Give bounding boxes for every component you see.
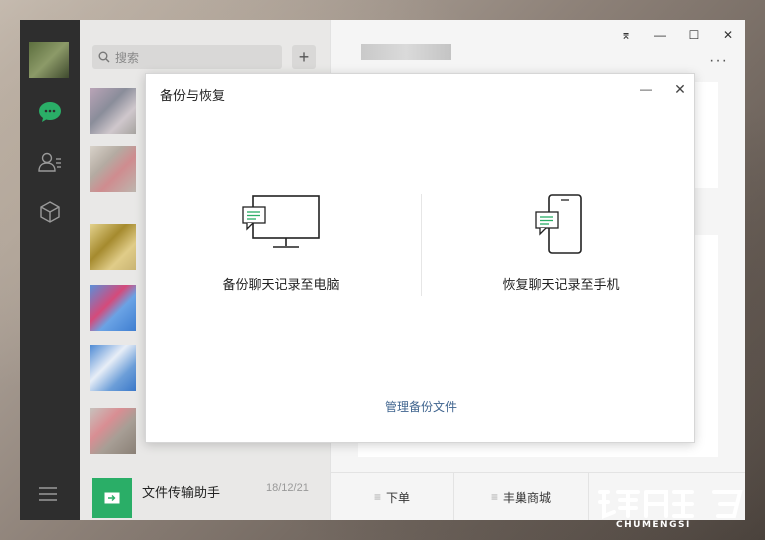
- chat-title-blurred: [361, 44, 451, 60]
- maximize-button[interactable]: ☐: [679, 24, 709, 46]
- chat-avatar-blurred[interactable]: [90, 224, 136, 270]
- restore-option-label: 恢复聊天记录至手机: [502, 277, 620, 292]
- manage-backup-files-link[interactable]: 管理备份文件: [146, 398, 696, 415]
- menu-tab[interactable]: ≡ 丰巢商城: [454, 473, 589, 520]
- computer-icon: [242, 195, 320, 248]
- user-avatar[interactable]: [29, 42, 69, 78]
- chat-avatar-blurred[interactable]: [90, 345, 136, 391]
- dialog-close-button[interactable]: ✕: [670, 80, 690, 98]
- watermark-logo: CHUMENGSI: [594, 486, 759, 534]
- menu-icon[interactable]: [38, 486, 62, 506]
- search-input[interactable]: 搜索: [92, 45, 282, 69]
- close-button[interactable]: ✕: [713, 24, 743, 46]
- minimize-button[interactable]: —: [645, 24, 675, 46]
- menu-list-icon: ≡: [373, 490, 381, 504]
- menu-tab[interactable]: ≡ 下单: [331, 473, 454, 520]
- chat-avatar-blurred[interactable]: [90, 146, 136, 192]
- search-placeholder: 搜索: [115, 50, 140, 65]
- sidebar-rail: [20, 20, 80, 520]
- option-divider: [421, 194, 422, 296]
- chat-name: 文件传输助手: [142, 485, 221, 500]
- menu-list-icon: ≡: [490, 490, 498, 504]
- more-options-button[interactable]: ···: [709, 52, 728, 70]
- chat-avatar-blurred[interactable]: [90, 408, 136, 454]
- chat-time: 18/12/21: [266, 482, 309, 494]
- add-chat-button[interactable]: +: [292, 45, 316, 69]
- menu-tab-label: 下单: [386, 490, 411, 505]
- backup-option-label: 备份聊天记录至电脑: [222, 277, 340, 292]
- menu-tab-label: 丰巢商城: [503, 490, 552, 505]
- favorites-icon[interactable]: [35, 197, 65, 227]
- file-transfer-icon: [92, 478, 132, 518]
- backup-to-pc-option[interactable]: 备份聊天记录至电脑: [146, 194, 416, 304]
- dialog-title: 备份与恢复: [160, 88, 226, 103]
- pin-button[interactable]: ⌆: [611, 24, 641, 46]
- chat-icon[interactable]: [35, 97, 65, 127]
- watermark-text: CHUMENGSI: [616, 520, 691, 530]
- contacts-icon[interactable]: [35, 147, 65, 177]
- restore-to-phone-option[interactable]: 恢复聊天记录至手机: [426, 194, 696, 304]
- phone-icon: [535, 194, 582, 254]
- dialog-minimize-button[interactable]: —: [636, 80, 656, 98]
- backup-restore-dialog: 备份与恢复 — ✕ 备份聊天记录至电脑 恢复聊天记录至手机 管理备份文件: [145, 73, 695, 443]
- chat-avatar-blurred[interactable]: [90, 88, 136, 134]
- search-icon: [98, 51, 110, 63]
- chat-avatar-blurred[interactable]: [90, 285, 136, 331]
